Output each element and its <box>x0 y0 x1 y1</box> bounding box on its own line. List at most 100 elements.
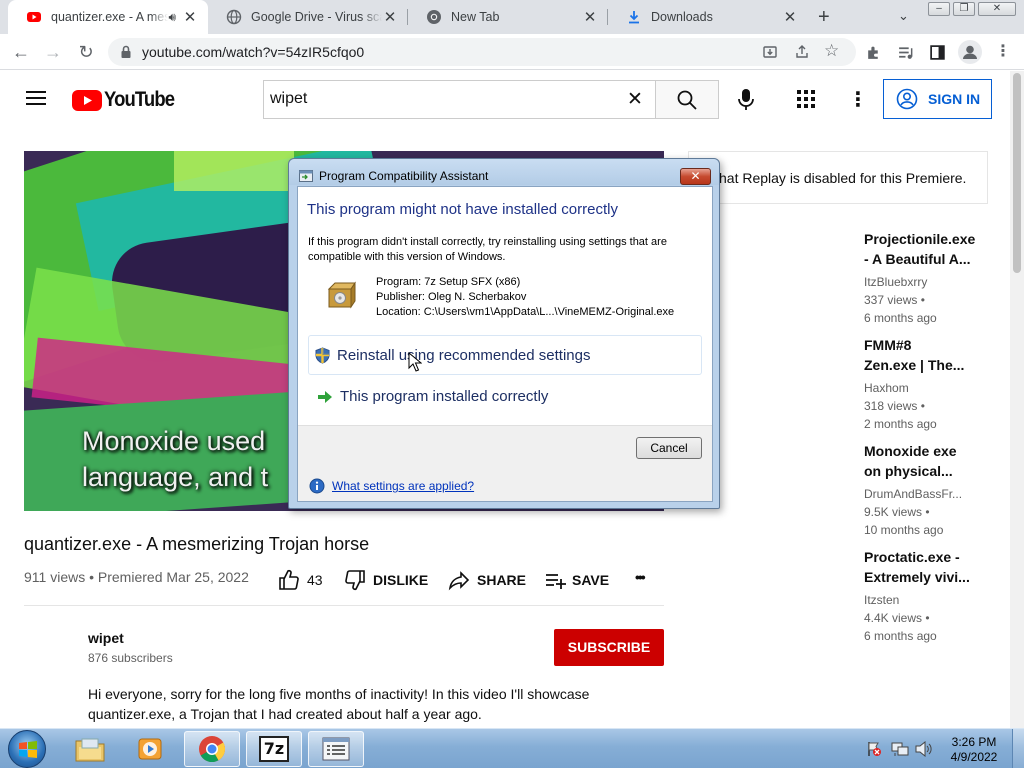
tab-search-chevron-icon[interactable]: ⌄ <box>898 8 909 24</box>
apps-grid-icon[interactable] <box>797 90 815 108</box>
hamburger-menu-icon[interactable] <box>26 90 46 106</box>
tab-close-icon[interactable]: ✕ <box>382 8 398 26</box>
media-queue-icon[interactable] <box>897 44 914 61</box>
recommendation-channel: Itzsten <box>864 593 900 607</box>
installed-correctly-option[interactable]: This program installed correctly <box>308 379 702 415</box>
dialog-close-button[interactable]: ✕ <box>680 168 711 185</box>
share-label: SHARE <box>477 572 527 588</box>
dislike-button[interactable]: DISLIKE <box>344 569 428 591</box>
tab-new-tab[interactable]: New Tab ✕ <box>408 0 608 34</box>
audio-playing-icon[interactable]: 🔊︎ <box>168 10 176 25</box>
compatibility-assistant-icon <box>299 170 313 182</box>
maximize-button[interactable]: ❐ <box>953 2 975 16</box>
folder-icon <box>75 738 105 762</box>
reinstall-recommended-option[interactable]: Reinstall using recommended settings <box>308 335 702 375</box>
dialog-heading: This program might not have installed co… <box>307 201 618 218</box>
chat-replay-notice: hat Replay is disabled for this Premiere… <box>688 151 988 204</box>
search-input[interactable] <box>270 90 610 108</box>
volume-icon[interactable] <box>915 741 933 757</box>
page-scrollbar[interactable] <box>1010 71 1024 728</box>
what-settings-link[interactable]: What settings are applied? <box>332 479 474 493</box>
like-button[interactable]: 43 <box>278 569 323 591</box>
microphone-icon[interactable] <box>737 88 755 112</box>
recommendation-views: 4.4K views • <box>864 611 930 625</box>
share-button[interactable]: SHARE <box>448 569 526 591</box>
video-title: quantizer.exe - A mesmerizing Trojan hor… <box>24 534 370 554</box>
youtube-logo[interactable]: YouTube <box>72 88 184 112</box>
subscriber-count: 876 subscribers <box>88 651 173 665</box>
profile-avatar-icon[interactable] <box>958 40 982 64</box>
dialog-title: Program Compatibility Assistant <box>319 169 489 183</box>
address-bar[interactable]: youtube.com/watch?v=54zIR5cfqo0 ☆ <box>108 38 856 66</box>
recommendation-item[interactable]: FMM#8 Zen.exe | The... Haxhom 318 views … <box>864 335 1009 433</box>
recommendation-channel: Haxhom <box>864 381 909 395</box>
taskbar-program-window[interactable] <box>308 731 364 767</box>
compatibility-dialog: Program Compatibility Assistant ✕ This p… <box>288 158 720 509</box>
minimize-button[interactable]: – <box>928 2 950 16</box>
recommendation-title: - A Beautiful A... <box>864 251 971 267</box>
clear-search-icon[interactable]: ✕ <box>627 88 643 111</box>
taskbar-chrome[interactable] <box>184 731 240 767</box>
show-desktop-button[interactable] <box>1012 729 1024 768</box>
search-button[interactable] <box>655 80 719 119</box>
info-icon <box>309 478 325 494</box>
program-publisher: Publisher: Oleg N. Scherbakov <box>376 291 527 303</box>
tab-google-drive[interactable]: Google Drive - Virus scan warning ✕ <box>208 0 408 34</box>
taskbar-explorer[interactable] <box>62 731 118 767</box>
settings-more-icon[interactable]: ⋮ <box>848 87 868 112</box>
action-center-flag-icon[interactable] <box>866 741 882 757</box>
taskbar-7zip[interactable]: 7z <box>246 731 302 767</box>
taskbar-clock[interactable]: 3:26 PM 4/9/2022 <box>946 735 1002 765</box>
tab-close-icon[interactable]: ✕ <box>182 8 198 26</box>
bookmark-star-icon[interactable]: ☆ <box>824 41 839 61</box>
chat-notice-text: hat Replay is disabled for this Premiere… <box>719 170 967 186</box>
taskbar-media-player[interactable] <box>122 731 178 767</box>
uac-shield-icon <box>315 347 330 364</box>
tab-close-icon[interactable]: ✕ <box>582 8 598 26</box>
sign-in-button[interactable]: SIGN IN <box>883 79 992 119</box>
recommendation-title: Monoxide exe <box>864 443 957 459</box>
tab-downloads[interactable]: Downloads ✕ <box>608 0 808 34</box>
more-actions-icon[interactable]: ••• <box>635 569 646 585</box>
lock-icon[interactable] <box>120 45 132 59</box>
browser-toolbar: ← → ↻ youtube.com/watch?v=54zIR5cfqo0 ☆ … <box>0 34 1024 70</box>
video-description: Hi everyone, sorry for the long five mon… <box>88 684 648 724</box>
install-app-icon[interactable] <box>762 44 778 60</box>
youtube-favicon-icon <box>27 12 41 22</box>
program-details: Program: 7z Setup SFX (x86) Publisher: O… <box>376 275 674 320</box>
reload-icon[interactable]: ↻ <box>75 42 97 63</box>
scrollbar-thumb[interactable] <box>1013 73 1021 273</box>
youtube-play-logo-icon <box>72 89 102 111</box>
mouse-cursor-icon <box>408 352 422 372</box>
clock-time: 3:26 PM <box>951 735 997 749</box>
installer-package-icon <box>327 281 356 309</box>
recommendation-channel: ItzBluebxrry <box>864 275 928 289</box>
start-button[interactable] <box>8 730 46 768</box>
share-icon[interactable] <box>794 44 810 60</box>
extensions-puzzle-icon[interactable] <box>865 44 882 61</box>
recommendation-title: Proctatic.exe - <box>864 549 960 565</box>
youtube-header: YouTube ✕ ⋮ SIGN IN <box>0 71 1010 127</box>
save-button[interactable]: SAVE <box>545 569 609 591</box>
new-tab-button[interactable]: + <box>818 6 830 29</box>
channel-name[interactable]: wipet <box>88 630 124 646</box>
browser-menu-icon[interactable]: ⋮ <box>995 41 1011 61</box>
recommendation-item[interactable]: Monoxide exe on physical... DrumAndBassF… <box>864 441 1009 539</box>
video-frame-glitch <box>174 151 294 191</box>
dialog-titlebar[interactable]: Program Compatibility Assistant ✕ <box>289 159 719 185</box>
tab-youtube[interactable]: quantizer.exe - A mesmerizing Trojan hor… <box>8 0 208 34</box>
window-close-button[interactable]: ✕ <box>978 2 1016 16</box>
description-line: quantizer.exe, a Trojan that I had creat… <box>88 706 482 722</box>
7zip-icon: 7z <box>259 736 289 762</box>
back-arrow-icon[interactable]: ← <box>10 42 32 63</box>
cancel-button[interactable]: Cancel <box>636 437 702 459</box>
chrome-icon <box>199 736 226 763</box>
side-panel-icon[interactable] <box>929 44 946 61</box>
forward-arrow-icon[interactable]: → <box>42 42 64 63</box>
recommendation-item[interactable]: Projectionile.exe - A Beautiful A... Itz… <box>864 229 1009 327</box>
network-icon[interactable] <box>891 741 909 757</box>
tab-close-icon[interactable]: ✕ <box>782 8 798 26</box>
recommendation-item[interactable]: Proctatic.exe - Extremely vivi... Itzste… <box>864 547 1009 645</box>
program-location: Location: C:\Users\vm1\AppData\L...\Vine… <box>376 306 675 318</box>
subscribe-button[interactable]: SUBSCRIBE <box>554 629 664 666</box>
